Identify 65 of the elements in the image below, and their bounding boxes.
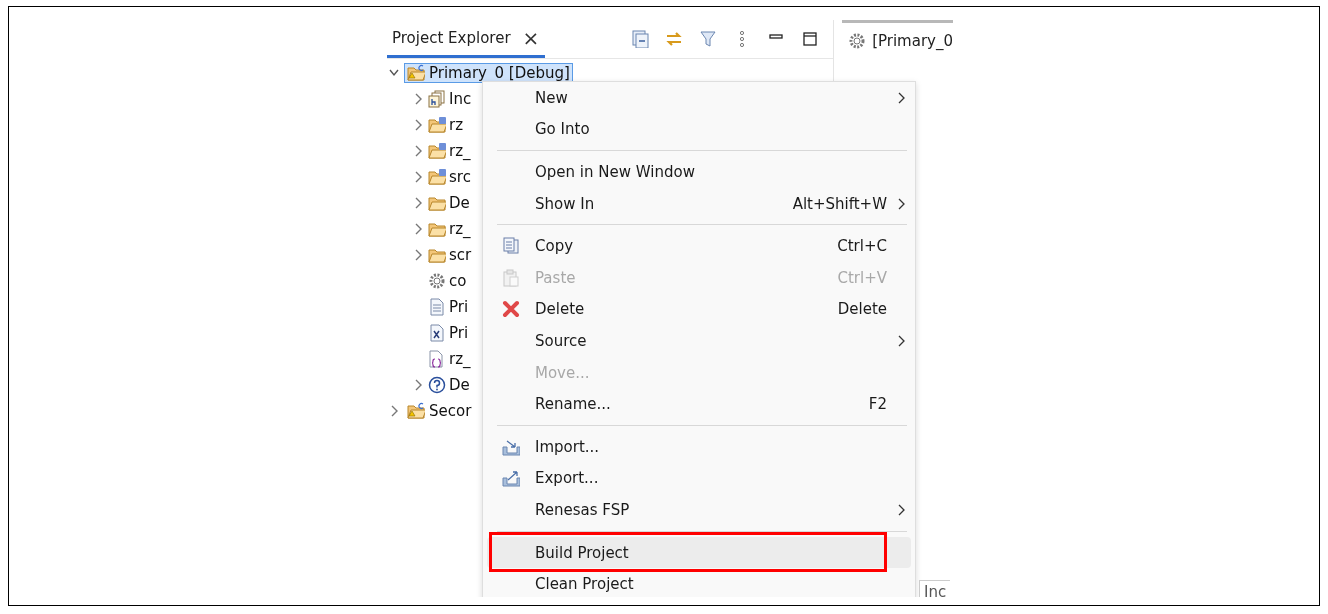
gear-icon [848, 31, 867, 50]
tree-item[interactable]: rz_ [449, 350, 471, 368]
menu-item[interactable]: Copy Ctrl+C [487, 230, 911, 262]
text-file-icon [428, 298, 446, 316]
collapse-chevron-icon[interactable] [389, 405, 399, 417]
project-folder-icon [407, 402, 425, 420]
folder-icon [428, 220, 446, 238]
tree-item[interactable]: Pri [449, 324, 469, 342]
menu-item[interactable]: Open in New Window [487, 156, 911, 188]
collapse-chevron-icon[interactable] [413, 197, 423, 209]
collapse-chevron-icon[interactable] [413, 249, 423, 261]
tree-item[interactable]: rz_ [449, 220, 471, 238]
tab-label: Project Explorer [392, 28, 511, 47]
menu-item[interactable]: Export... [487, 462, 911, 495]
tree-item[interactable]: De [449, 376, 470, 394]
tree-item[interactable]: Secor [404, 401, 475, 421]
link-arrows-icon[interactable] [665, 30, 684, 48]
tree-item[interactable]: Primary_0 [Debug] [404, 63, 573, 83]
gear-icon [428, 272, 446, 290]
header-files-icon [428, 90, 446, 108]
menu-item[interactable]: Clean Project [487, 568, 911, 597]
collapse-chevron-icon[interactable] [413, 171, 423, 183]
tree-item[interactable]: src [449, 168, 471, 186]
collapse-chevron-icon[interactable] [413, 223, 423, 235]
menu-item[interactable]: New [487, 82, 911, 114]
project-explorer-tab[interactable]: Project Explorer × [387, 20, 546, 58]
tree-item[interactable]: De [449, 194, 470, 212]
menu-item[interactable]: Go Into [487, 113, 911, 146]
menu-item[interactable]: Rename... F2 [487, 388, 911, 420]
editor-tab[interactable]: [Primary_0 [842, 20, 953, 58]
menu-item[interactable]: Renesas FSP [487, 494, 911, 526]
tree-item[interactable]: rz_ [449, 142, 471, 160]
folder-icon [428, 246, 446, 264]
question-icon [428, 376, 446, 394]
filter-icon[interactable] [699, 30, 718, 48]
source-folder-icon [428, 116, 446, 134]
collapse-all-icon[interactable] [631, 30, 650, 48]
x-file-icon [428, 324, 446, 342]
copy-icon [502, 237, 520, 256]
close-icon[interactable]: × [522, 27, 540, 48]
menu-item[interactable]: Delete Delete [487, 293, 911, 326]
expand-chevron-icon[interactable] [389, 67, 399, 79]
collapse-chevron-icon[interactable] [413, 93, 423, 105]
export-icon [502, 469, 520, 488]
menu-item[interactable]: Show In Alt+Shift+W [487, 187, 911, 220]
menu-item[interactable]: Import... [487, 430, 911, 463]
tree-item[interactable]: rz [449, 116, 464, 134]
tree-item[interactable]: Inc [449, 90, 472, 108]
clipboard-icon [502, 268, 520, 287]
tab-label: [Primary_0 [872, 31, 953, 50]
collapse-chevron-icon[interactable] [413, 145, 423, 157]
maximize-icon[interactable] [801, 30, 820, 48]
delete-icon [502, 300, 520, 319]
source-folder-icon [428, 168, 446, 186]
folder-icon [428, 194, 446, 212]
brace-file-icon [428, 350, 446, 368]
collapse-chevron-icon[interactable] [413, 379, 423, 391]
menu-item[interactable]: Source [487, 325, 911, 357]
project-folder-icon [407, 64, 425, 82]
tree-item[interactable]: co [449, 272, 467, 290]
collapse-chevron-icon[interactable] [413, 119, 423, 131]
tree-item[interactable]: Pri [449, 298, 469, 316]
editor-field-fragment: Inc [919, 580, 951, 597]
source-folder-icon [428, 142, 446, 160]
tree-item[interactable]: scr [449, 246, 472, 264]
